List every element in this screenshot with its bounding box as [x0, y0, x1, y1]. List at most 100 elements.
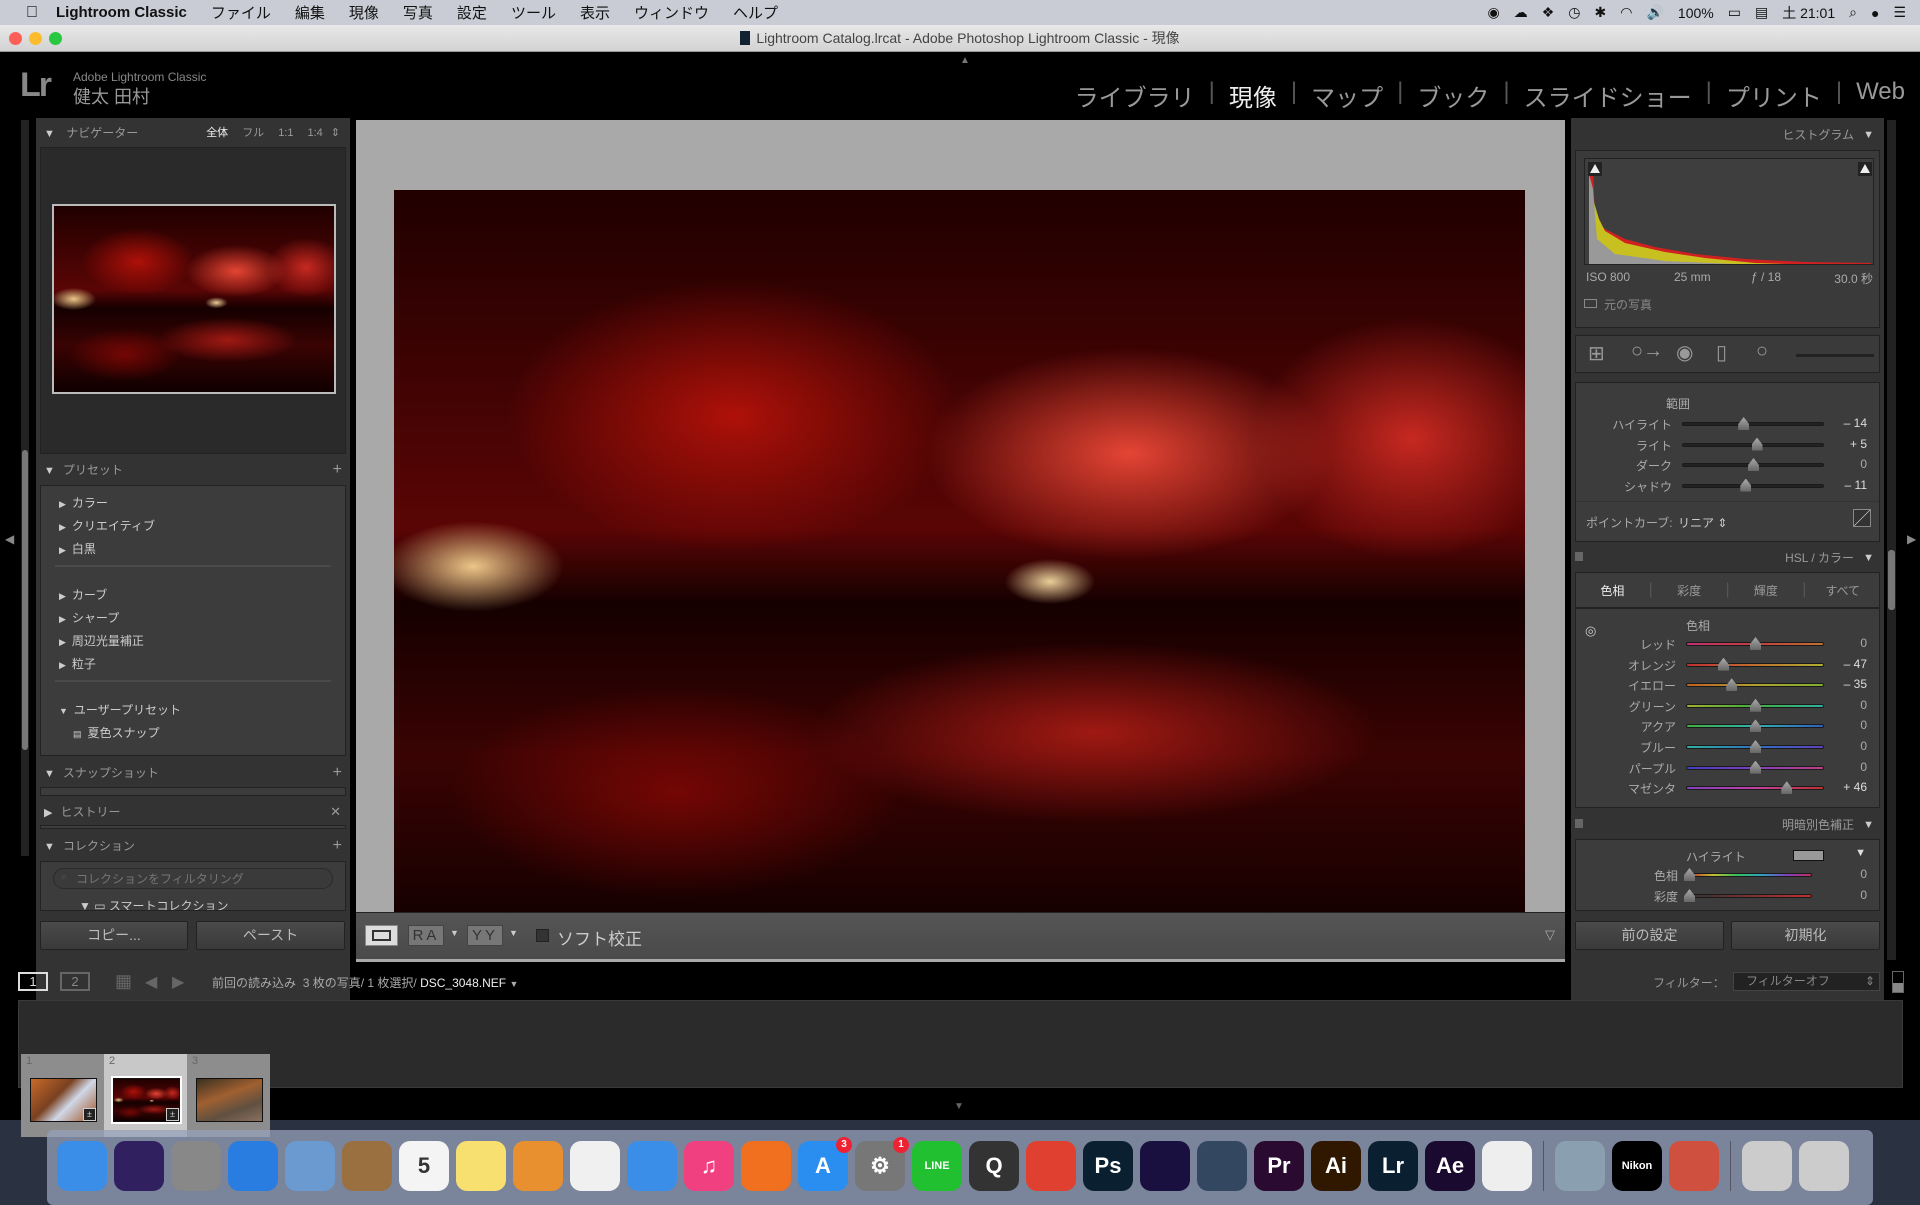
- right-panel-toggle-icon[interactable]: ▶: [1907, 532, 1916, 546]
- split-toning-header[interactable]: 明暗別色補正 ▼: [1571, 813, 1884, 837]
- slider-thumb[interactable]: [1750, 740, 1761, 753]
- slider-value[interactable]: – 35: [1844, 677, 1867, 691]
- dock-photos-folder-icon[interactable]: [1742, 1141, 1792, 1191]
- primary-window-button[interactable]: 1: [18, 972, 48, 991]
- slider-value[interactable]: 0: [1860, 718, 1867, 732]
- wifi-icon[interactable]: ◠: [1620, 4, 1632, 21]
- dock-calendar-icon[interactable]: 5: [399, 1141, 449, 1191]
- filmstrip-thumbnail[interactable]: 2 ±: [104, 1054, 187, 1137]
- volume-icon[interactable]: 🔊: [1646, 4, 1663, 21]
- slider-track[interactable]: [1686, 657, 1824, 671]
- navigator-preview[interactable]: [40, 147, 346, 454]
- add-collection-icon[interactable]: +: [333, 834, 342, 858]
- spot-removal-icon[interactable]: ○→: [1631, 340, 1663, 363]
- apple-menu-icon[interactable]: : [26, 4, 38, 22]
- module-3[interactable]: ブック: [1417, 78, 1489, 113]
- left-panel-scrollbar[interactable]: [21, 120, 29, 856]
- slider-thumb[interactable]: [1726, 678, 1738, 692]
- slider-track[interactable]: [1682, 417, 1824, 430]
- menu-item[interactable]: 表示: [580, 2, 610, 23]
- slider-track[interactable]: [1682, 478, 1824, 492]
- toolbar-menu-icon[interactable]: ▽: [1545, 927, 1555, 943]
- dock-pages-icon[interactable]: [513, 1141, 563, 1191]
- copy-settings-button[interactable]: コピー...: [40, 921, 188, 950]
- slider-thumb[interactable]: [1750, 719, 1761, 733]
- siri-icon[interactable]: ●: [1871, 5, 1879, 21]
- preset-folder[interactable]: ▼ ユーザープリセット: [59, 701, 181, 718]
- notification-center-icon[interactable]: ☰: [1893, 4, 1906, 21]
- dock-finder-icon[interactable]: [57, 1141, 107, 1191]
- hsl-header[interactable]: HSL / カラー ▼: [1571, 546, 1884, 570]
- main-photo[interactable]: [394, 190, 1525, 943]
- module-2[interactable]: マップ: [1311, 78, 1383, 113]
- before-after-split-button[interactable]: YY: [467, 925, 503, 946]
- dock-premiere-icon[interactable]: Pr: [1254, 1141, 1304, 1191]
- menu-item[interactable]: 現像: [349, 2, 379, 23]
- dock-image-capture-icon[interactable]: [1555, 1141, 1605, 1191]
- collapse-triangle-icon[interactable]: ▼: [44, 128, 55, 140]
- dock-media-encoder-icon[interactable]: [1140, 1141, 1190, 1191]
- slider-value[interactable]: – 47: [1844, 657, 1867, 671]
- highlight-color-swatch[interactable]: [1793, 850, 1824, 861]
- navigator-zoom-0[interactable]: 全体: [206, 127, 228, 139]
- collections-header[interactable]: ▼ コレクション +: [36, 834, 350, 858]
- dock-app-bull-icon[interactable]: [1197, 1141, 1247, 1191]
- dock-nikon-icon[interactable]: Nikon: [1612, 1141, 1662, 1191]
- close-window-button[interactable]: [9, 32, 22, 45]
- dock-textedit-icon[interactable]: [1482, 1141, 1532, 1191]
- input-flag-icon[interactable]: ▤: [1755, 4, 1768, 21]
- slider-track[interactable]: [1682, 437, 1824, 451]
- edit-point-curve-icon[interactable]: [1853, 509, 1871, 527]
- forward-arrow-icon[interactable]: ▶: [172, 972, 184, 992]
- navigator-thumbnail[interactable]: [52, 204, 336, 394]
- slider-track[interactable]: [1684, 889, 1812, 902]
- filmstrip-thumbnail[interactable]: 1 ±: [21, 1054, 104, 1137]
- slider-thumb[interactable]: [1750, 698, 1761, 712]
- slider-track[interactable]: [1684, 868, 1812, 881]
- preset-folder[interactable]: ▶ シャープ: [59, 609, 119, 626]
- slider-thumb[interactable]: [1684, 889, 1695, 902]
- slider-thumb[interactable]: [1781, 781, 1793, 795]
- module-6[interactable]: Web: [1856, 78, 1905, 113]
- collapse-triangle-icon[interactable]: ▼: [1855, 847, 1866, 859]
- navigator-zoom-3[interactable]: 1:4: [307, 127, 322, 139]
- history-header[interactable]: ▶ ヒストリー ✕: [36, 800, 350, 824]
- slider-thumb[interactable]: [1748, 458, 1759, 471]
- filter-dropdown[interactable]: フィルターオフ ⇕: [1733, 972, 1880, 991]
- dock-photoshop-icon[interactable]: Ps: [1083, 1141, 1133, 1191]
- dropbox-icon[interactable]: ❖: [1542, 4, 1555, 21]
- point-curve-select[interactable]: リニア ⇕: [1678, 514, 1727, 531]
- top-panel-toggle-icon[interactable]: ▲: [960, 55, 970, 66]
- slider-track[interactable]: [1686, 740, 1824, 753]
- slider-thumb[interactable]: [1750, 637, 1761, 650]
- app-menu[interactable]: Lightroom Classic: [56, 4, 187, 21]
- loupe-view-button[interactable]: [365, 925, 398, 946]
- chevron-down-icon[interactable]: ▼: [450, 928, 459, 938]
- tab-0[interactable]: 色相: [1576, 582, 1649, 599]
- slider-thumb[interactable]: [1684, 868, 1695, 881]
- dock-chrome-icon[interactable]: [1026, 1141, 1076, 1191]
- slider-track[interactable]: [1686, 678, 1824, 692]
- slider-track[interactable]: [1686, 637, 1824, 650]
- soft-proof-checkbox[interactable]: [536, 929, 549, 942]
- screen-record-icon[interactable]: ◉: [1488, 4, 1500, 21]
- battery-percent[interactable]: 100%: [1678, 5, 1714, 21]
- filmstrip-thumbnail[interactable]: 3: [187, 1054, 270, 1137]
- slider-value[interactable]: 0: [1860, 636, 1867, 650]
- slider-thumb[interactable]: [1738, 417, 1750, 430]
- zoom-stepper-icon[interactable]: ⇕: [331, 127, 340, 139]
- dock-system-preferences-icon[interactable]: ⚙ 1: [855, 1137, 909, 1191]
- preset-folder[interactable]: ▶ 粒子: [59, 655, 96, 672]
- slider-value[interactable]: 0: [1860, 867, 1867, 881]
- presets-header[interactable]: ▼ プリセット +: [36, 458, 350, 482]
- previous-settings-button[interactable]: 前の設定: [1575, 921, 1724, 950]
- dock-safari-icon[interactable]: [228, 1141, 278, 1191]
- graduated-filter-icon[interactable]: ▯: [1716, 340, 1727, 365]
- preset-folder[interactable]: ▶ クリエイティブ: [59, 517, 155, 534]
- snapshots-header[interactable]: ▼ スナップショット +: [36, 761, 350, 785]
- module-0[interactable]: ライブラリ: [1075, 78, 1195, 113]
- slider-value[interactable]: – 14: [1844, 416, 1867, 430]
- slider-value[interactable]: – 11: [1845, 478, 1867, 492]
- dock-trash-icon[interactable]: [1799, 1141, 1849, 1191]
- chevron-down-icon[interactable]: ▼: [509, 928, 518, 938]
